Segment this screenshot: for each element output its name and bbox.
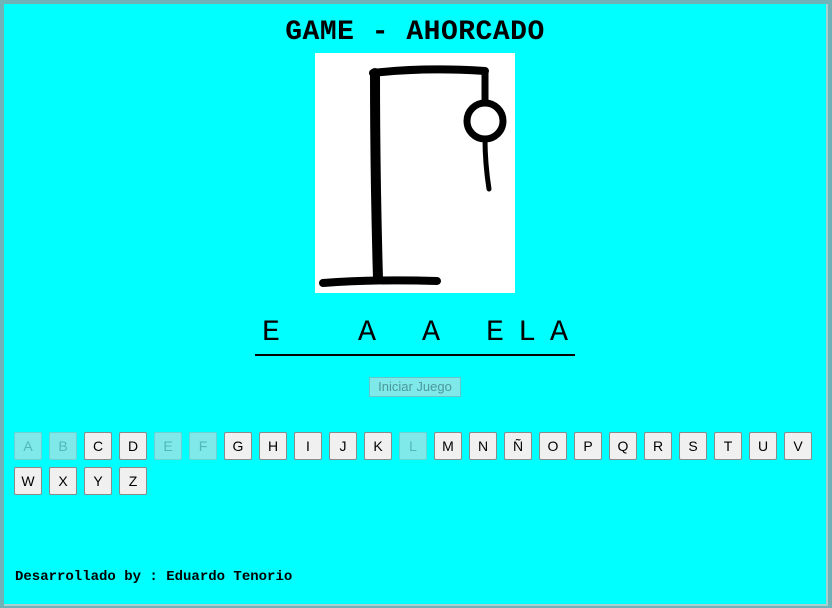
letter-key-ñ[interactable]: Ñ <box>504 432 532 460</box>
hangman-drawing <box>315 53 515 293</box>
letter-slot: E <box>255 312 287 356</box>
letter-key-d[interactable]: D <box>119 432 147 460</box>
word-display: EAAELA <box>255 312 575 358</box>
letter-key-j[interactable]: J <box>329 432 357 460</box>
letter-keyboard: ABCDEFGHIJKLMNÑOPQRSTUV WXYZ <box>14 432 826 495</box>
letter-key-t[interactable]: T <box>714 432 742 460</box>
letter-key-q[interactable]: Q <box>609 432 637 460</box>
footer-credit: Desarrollado by : Eduardo Tenorio <box>15 569 293 585</box>
start-game-button[interactable]: Iniciar Juego <box>369 377 461 397</box>
letter-key-i[interactable]: I <box>294 432 322 460</box>
letter-key-p[interactable]: P <box>574 432 602 460</box>
letter-key-o[interactable]: O <box>539 432 567 460</box>
letter-key-f: F <box>189 432 217 460</box>
letter-slot <box>319 312 351 356</box>
gallows-icon <box>319 65 507 287</box>
letter-key-b: B <box>49 432 77 460</box>
letter-slot <box>447 312 479 356</box>
letter-key-a: A <box>14 432 42 460</box>
letter-slot: A <box>543 312 575 356</box>
letter-key-m[interactable]: M <box>434 432 462 460</box>
letter-key-g[interactable]: G <box>224 432 252 460</box>
letter-key-e: E <box>154 432 182 460</box>
letter-key-u[interactable]: U <box>749 432 777 460</box>
letter-slot: E <box>479 312 511 356</box>
letter-key-x[interactable]: X <box>49 467 77 495</box>
letter-slot: A <box>415 312 447 356</box>
page-title: GAME - AHORCADO <box>285 17 545 48</box>
game-page: GAME - AHORCADO EAAELA Iniciar Juego ABC… <box>4 4 828 606</box>
letter-key-y[interactable]: Y <box>84 467 112 495</box>
letter-slot <box>383 312 415 356</box>
letter-slot <box>287 312 319 356</box>
letter-key-r[interactable]: R <box>644 432 672 460</box>
letter-key-z[interactable]: Z <box>119 467 147 495</box>
letter-slot: A <box>351 312 383 356</box>
letter-key-w[interactable]: W <box>14 467 42 495</box>
letter-key-k[interactable]: K <box>364 432 392 460</box>
letter-key-n[interactable]: N <box>469 432 497 460</box>
letter-key-s[interactable]: S <box>679 432 707 460</box>
letter-slot: L <box>511 312 543 356</box>
letter-key-h[interactable]: H <box>259 432 287 460</box>
letter-key-l: L <box>399 432 427 460</box>
letter-key-v[interactable]: V <box>784 432 812 460</box>
letter-key-c[interactable]: C <box>84 432 112 460</box>
